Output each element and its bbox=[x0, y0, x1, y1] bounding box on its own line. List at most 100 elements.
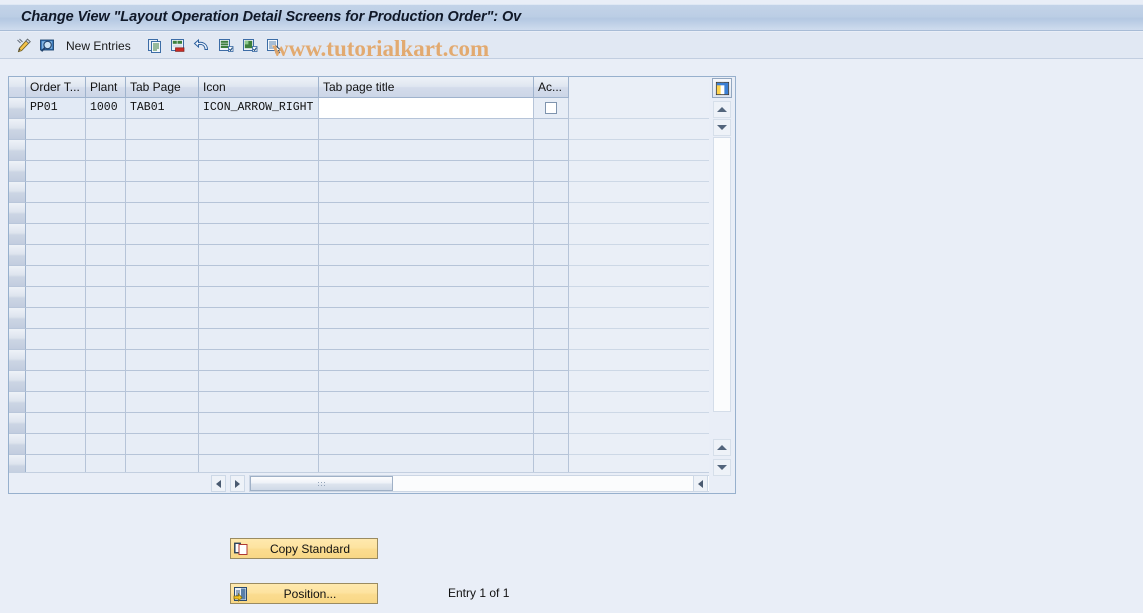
table-row[interactable] bbox=[9, 287, 735, 308]
cell-tab_page_title[interactable] bbox=[319, 203, 534, 224]
cell-active[interactable] bbox=[534, 329, 569, 350]
table-settings-icon[interactable] bbox=[712, 78, 732, 98]
row-selector[interactable] bbox=[9, 140, 26, 161]
new-entries-button[interactable]: New Entries bbox=[66, 39, 131, 53]
cell-active[interactable] bbox=[534, 245, 569, 266]
cell-plant[interactable]: 1000 bbox=[86, 98, 126, 119]
cell-active[interactable] bbox=[534, 287, 569, 308]
cell-active[interactable] bbox=[534, 119, 569, 140]
cell-icon[interactable] bbox=[199, 308, 319, 329]
row-selector[interactable] bbox=[9, 350, 26, 371]
cell-tab_page[interactable] bbox=[126, 119, 199, 140]
cell-order_type[interactable] bbox=[26, 371, 86, 392]
row-selector[interactable] bbox=[9, 434, 26, 455]
cell-active[interactable] bbox=[534, 98, 569, 119]
row-selector[interactable] bbox=[9, 308, 26, 329]
cell-order_type[interactable] bbox=[26, 140, 86, 161]
cell-tab_page_title[interactable] bbox=[319, 182, 534, 203]
table-row[interactable] bbox=[9, 140, 735, 161]
pencil-icon[interactable] bbox=[15, 37, 33, 55]
cell-active[interactable] bbox=[534, 224, 569, 245]
cell-active[interactable] bbox=[534, 266, 569, 287]
cell-icon[interactable] bbox=[199, 350, 319, 371]
cell-tab_page_title[interactable] bbox=[319, 266, 534, 287]
table-row[interactable] bbox=[9, 182, 735, 203]
cell-active[interactable] bbox=[534, 308, 569, 329]
cell-icon[interactable] bbox=[199, 140, 319, 161]
cell-order_type[interactable] bbox=[26, 245, 86, 266]
cell-tab_page_title[interactable] bbox=[319, 350, 534, 371]
cell-order_type[interactable] bbox=[26, 266, 86, 287]
hscroll-left-button[interactable] bbox=[211, 475, 226, 492]
cell-tab_page[interactable] bbox=[126, 161, 199, 182]
cell-order_type[interactable] bbox=[26, 413, 86, 434]
copy-standard-button[interactable]: Copy Standard bbox=[230, 538, 378, 559]
cell-active[interactable] bbox=[534, 203, 569, 224]
row-selector[interactable] bbox=[9, 161, 26, 182]
cell-tab-page-title[interactable] bbox=[319, 98, 534, 119]
cell-tab_page_title[interactable] bbox=[319, 224, 534, 245]
table-row[interactable] bbox=[9, 245, 735, 266]
vscroll-down-button[interactable] bbox=[713, 459, 731, 476]
cell-icon[interactable] bbox=[199, 329, 319, 350]
cell-tab_page_title[interactable] bbox=[319, 140, 534, 161]
cell-order_type[interactable] bbox=[26, 119, 86, 140]
cell-tab_page[interactable] bbox=[126, 245, 199, 266]
cell-plant[interactable] bbox=[86, 434, 126, 455]
cell-order_type[interactable] bbox=[26, 434, 86, 455]
cell-plant[interactable] bbox=[86, 140, 126, 161]
select-block-icon[interactable] bbox=[265, 37, 283, 55]
cell-icon[interactable] bbox=[199, 182, 319, 203]
row-selector[interactable] bbox=[9, 119, 26, 140]
horizontal-scrollbar[interactable] bbox=[9, 472, 735, 493]
hscroll-page-left-button[interactable] bbox=[693, 475, 708, 492]
cell-tab_page[interactable] bbox=[126, 224, 199, 245]
cell-order_type[interactable] bbox=[26, 308, 86, 329]
cell-plant[interactable] bbox=[86, 308, 126, 329]
cell-tab_page_title[interactable] bbox=[319, 392, 534, 413]
cell-icon[interactable] bbox=[199, 392, 319, 413]
cell-plant[interactable] bbox=[86, 203, 126, 224]
cell-tab_page[interactable] bbox=[126, 392, 199, 413]
cell-active[interactable] bbox=[534, 392, 569, 413]
cell-plant[interactable] bbox=[86, 392, 126, 413]
row-selector[interactable] bbox=[9, 413, 26, 434]
table-row[interactable]: PP01 1000 TAB01 ICON_ARROW_RIGHT bbox=[9, 98, 735, 119]
copy-icon[interactable] bbox=[146, 37, 164, 55]
column-header-tab-page-title[interactable]: Tab page title bbox=[319, 77, 534, 98]
delete-row-icon[interactable] bbox=[169, 37, 187, 55]
cell-plant[interactable] bbox=[86, 329, 126, 350]
cell-plant[interactable] bbox=[86, 245, 126, 266]
row-selector[interactable] bbox=[9, 287, 26, 308]
cell-order_type[interactable] bbox=[26, 224, 86, 245]
table-row[interactable] bbox=[9, 119, 735, 140]
cell-tab_page_title[interactable] bbox=[319, 287, 534, 308]
cell-icon[interactable] bbox=[199, 203, 319, 224]
cell-tab_page[interactable] bbox=[126, 350, 199, 371]
table-row[interactable] bbox=[9, 224, 735, 245]
position-button[interactable]: Position... bbox=[230, 583, 378, 604]
column-header-icon[interactable]: Icon bbox=[199, 77, 319, 98]
undo-arrow-icon[interactable] bbox=[193, 37, 211, 55]
row-selector[interactable] bbox=[9, 392, 26, 413]
cell-plant[interactable] bbox=[86, 371, 126, 392]
cell-tab_page_title[interactable] bbox=[319, 434, 534, 455]
cell-tab_page[interactable] bbox=[126, 434, 199, 455]
cell-tab_page[interactable] bbox=[126, 182, 199, 203]
column-header-tab-page[interactable]: Tab Page bbox=[126, 77, 199, 98]
table-row[interactable] bbox=[9, 434, 735, 455]
table-row[interactable] bbox=[9, 392, 735, 413]
cell-icon[interactable] bbox=[199, 413, 319, 434]
table-row[interactable] bbox=[9, 371, 735, 392]
cell-plant[interactable] bbox=[86, 161, 126, 182]
cell-plant[interactable] bbox=[86, 182, 126, 203]
cell-tab_page[interactable] bbox=[126, 308, 199, 329]
cell-icon[interactable]: ICON_ARROW_RIGHT bbox=[199, 98, 319, 119]
cell-active[interactable] bbox=[534, 182, 569, 203]
cell-tab_page[interactable] bbox=[126, 371, 199, 392]
column-header-plant[interactable]: Plant bbox=[86, 77, 126, 98]
cell-tab_page[interactable] bbox=[126, 140, 199, 161]
cell-tab_page_title[interactable] bbox=[319, 161, 534, 182]
select-all-icon[interactable] bbox=[217, 37, 235, 55]
cell-plant[interactable] bbox=[86, 119, 126, 140]
